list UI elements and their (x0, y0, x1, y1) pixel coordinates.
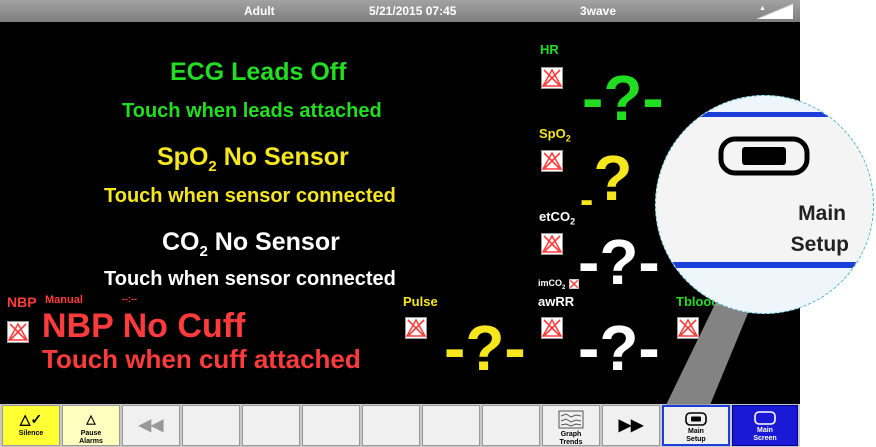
zoom-callout-main-setup: Main Setup (655, 95, 874, 314)
zoom-label-setup: Setup (790, 233, 849, 256)
zoom-bottom-accent (656, 262, 873, 268)
zoom-monitor-setup-icon (718, 136, 810, 176)
zoom-label-main: Main (798, 202, 846, 225)
